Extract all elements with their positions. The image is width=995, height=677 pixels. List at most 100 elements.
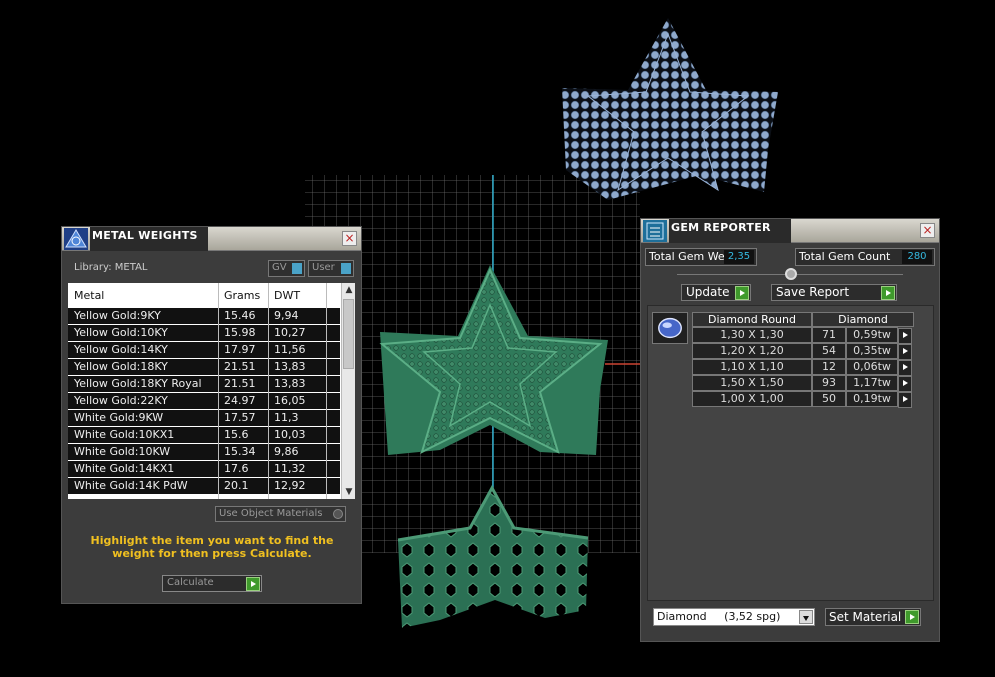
cell-weight: 0,59tw [846,327,898,343]
scroll-thumb[interactable] [343,299,354,369]
metal-rows: Yellow Gold:9KY 15.46 9,94 Yellow Gold:10KY… [68,308,340,495]
update-button[interactable]: Update [681,284,751,301]
gem-report-area: Diamond Round Diamond 1,30 X 1,30 71 0,59t… [647,305,934,601]
chevron-down-icon[interactable]: ▼ [342,485,355,499]
metal-table-header: Metal Grams DWT [68,283,340,307]
column-header-dwt[interactable]: DWT [274,289,300,302]
cell-count: 54 [812,343,846,359]
table-row[interactable]: White Gold:9KW 17.57 11,3 [68,410,340,427]
cell-count: 50 [812,391,846,407]
metal-weights-titlebar[interactable]: METAL WEIGHTS × [62,227,361,251]
cell-grams: 17.57 [224,411,256,424]
user-toggle[interactable]: User [308,260,354,277]
gv-toggle[interactable]: GV [268,260,305,277]
cell-dwt: 16,05 [274,394,306,407]
play-arrow-icon[interactable] [898,328,912,344]
use-object-materials-label: Use Object Materials [219,508,323,519]
play-arrow-icon[interactable] [898,344,912,360]
play-arrow-icon[interactable] [898,376,912,392]
cell-count: 71 [812,327,846,343]
cell-metal: White Gold:10KW [74,445,171,458]
cell-grams: 17.97 [224,343,256,356]
play-arrow-icon[interactable] [246,577,260,591]
cell-metal: Yellow Gold:10KY [74,326,168,339]
metal-weights-title: METAL WEIGHTS [92,229,198,242]
table-row[interactable]: White Gold:14KX1 17.6 11,32 [68,461,340,478]
cell-metal: Yellow Gold:14KY [74,343,168,356]
report-slider-knob[interactable] [785,268,797,280]
set-material-button[interactable]: Set Material [825,608,921,626]
table-row[interactable]: White Gold:10KW 15.34 9,86 [68,444,340,461]
table-row[interactable]: 1,30 X 1,30 71 0,59tw [692,327,914,344]
cell-metal: White Gold:10KX1 [74,428,175,441]
cell-size: 1,10 X 1,10 [692,359,812,375]
gem-report-table: Diamond Round Diamond 1,30 X 1,30 71 0,59t… [692,312,914,408]
cell-grams: 15.98 [224,326,256,339]
table-row[interactable]: 1,00 X 1,00 50 0,19tw [692,391,914,408]
table-row[interactable]: White Gold:14K PdW 20.1 12,92 [68,478,340,495]
cell-dwt: 9,94 [274,309,299,322]
cell-size: 1,00 X 1,00 [692,391,812,407]
total-gem-weight-value: 2,35 [724,250,754,264]
gem-reporter-panel: GEM REPORTER × Total Gem Weight 2,35 Tot… [640,218,940,642]
chevron-down-icon[interactable] [799,610,813,624]
column-header-material: Diamond [812,312,914,327]
column-header-grams[interactable]: Grams [224,289,260,302]
play-arrow-icon[interactable] [898,360,912,376]
app-pyramid-icon [64,228,88,250]
cell-count: 93 [812,375,846,391]
metal-weights-panel: METAL WEIGHTS × Library: METAL GV User M… [61,226,362,604]
gem-reporter-titlebar[interactable]: GEM REPORTER × [641,219,939,243]
gem-table-header: Diamond Round Diamond [692,312,914,327]
cell-size: 1,50 X 1,50 [692,375,812,391]
gem-reporter-title: GEM REPORTER [671,221,771,234]
cell-grams: 21.51 [224,377,256,390]
use-object-materials-option[interactable]: Use Object Materials [215,506,346,522]
cell-metal: White Gold:14K PdW [74,479,188,492]
cell-metal: White Gold:9KW [74,411,164,424]
library-label: Library: METAL [74,262,148,273]
cell-count: 12 [812,359,846,375]
material-select-value: Diamond (3,52 spg) [657,610,781,623]
table-row[interactable]: Yellow Gold:9KY 15.46 9,94 [68,308,340,325]
close-icon[interactable]: × [342,231,357,246]
total-gem-count: Total Gem Count 280 [795,248,935,266]
star-ring-diamond-render [562,18,778,200]
cell-size: 1,30 X 1,30 [692,327,812,343]
cell-grams: 20.1 [224,479,249,492]
cell-dwt: 13,83 [274,360,306,373]
play-arrow-icon[interactable] [905,610,919,624]
material-select[interactable]: Diamond (3,52 spg) [653,608,815,626]
table-row[interactable]: Yellow Gold:22KY 24.97 16,05 [68,393,340,410]
cell-dwt: 10,27 [274,326,306,339]
calculate-button[interactable]: Calculate [162,575,262,592]
table-row[interactable]: 1,20 X 1,20 54 0,35tw [692,343,914,360]
chevron-up-icon[interactable]: ▲ [342,283,355,297]
metal-table-scrollbar[interactable]: ▲ ▼ [341,283,355,499]
user-toggle-label: User [312,262,335,273]
set-material-label: Set Material [829,610,902,624]
save-report-button[interactable]: Save Report [771,284,897,301]
close-icon[interactable]: × [920,223,935,238]
gv-toggle-label: GV [272,262,287,273]
table-row[interactable]: Yellow Gold:14KY 17.97 11,56 [68,342,340,359]
gem-reporter-icon [643,220,667,242]
cell-weight: 0,35tw [846,343,898,359]
cell-metal: Yellow Gold:18KY Royal [74,377,202,390]
table-row[interactable]: Yellow Gold:18KY Royal 21.51 13,83 [68,376,340,393]
table-row[interactable]: White Gold:10KX1 15.6 10,03 [68,427,340,444]
column-header-shape: Diamond Round [692,312,812,327]
radio-icon[interactable] [333,509,343,519]
cell-metal: Yellow Gold:9KY [74,309,161,322]
table-row[interactable]: Yellow Gold:10KY 15.98 10,27 [68,325,340,342]
table-row[interactable]: Yellow Gold:18KY 21.51 13,83 [68,359,340,376]
play-arrow-icon[interactable] [735,286,749,300]
calculate-label: Calculate [167,577,214,588]
table-row[interactable]: 1,10 X 1,10 12 0,06tw [692,359,914,376]
play-arrow-icon[interactable] [881,286,895,300]
cell-grams: 15.46 [224,309,256,322]
play-arrow-icon[interactable] [898,392,912,408]
table-row[interactable]: 1,50 X 1,50 93 1,17tw [692,375,914,392]
column-header-metal[interactable]: Metal [74,289,104,302]
cell-dwt: 13,83 [274,377,306,390]
